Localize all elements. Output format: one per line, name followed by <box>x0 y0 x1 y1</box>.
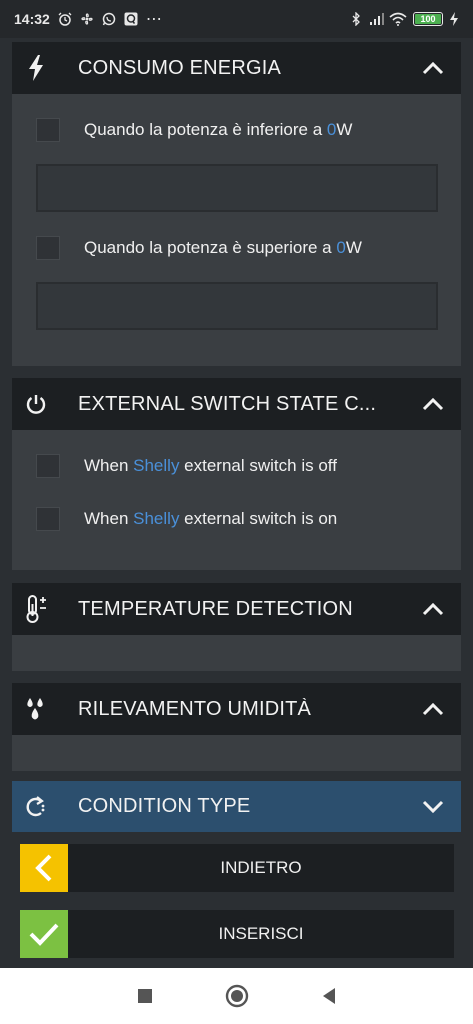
option-switch-off[interactable]: When Shelly external switch is off <box>36 454 337 478</box>
back-triangle-icon[interactable] <box>317 984 341 1008</box>
section-humidity-header[interactable]: RILEVAMENTO UMIDITÀ <box>12 683 461 735</box>
option-power-above[interactable]: Quando la potenza è superiore a 0W <box>36 236 362 260</box>
back-button[interactable]: INDIETRO <box>20 844 454 892</box>
signal-icon <box>369 12 384 26</box>
section-energy-header[interactable]: CONSUMO ENERGIA <box>12 42 461 94</box>
option-power-above-label: Quando la potenza è superiore a 0W <box>84 238 362 257</box>
status-bar: 14:32 ⋯ 100 <box>0 0 473 38</box>
whatsapp-icon <box>102 12 116 26</box>
thermometer-icon <box>12 583 60 635</box>
status-more-icon: ⋯ <box>145 11 162 28</box>
section-temperature-body <box>12 635 461 671</box>
chevron-down-icon[interactable] <box>405 781 461 833</box>
power-above-value: 0 <box>336 238 346 257</box>
charging-icon <box>449 12 459 26</box>
option-switch-on-label: When Shelly external switch is on <box>84 509 338 528</box>
section-condition-type-header[interactable]: CONDITION TYPE <box>12 781 461 832</box>
power-icon <box>12 378 60 430</box>
fan-icon <box>80 12 94 26</box>
bluetooth-icon <box>349 11 363 27</box>
chevron-up-icon[interactable] <box>405 583 461 635</box>
section-external-switch-body: When Shelly external switch is off When … <box>12 430 461 570</box>
recents-square-icon[interactable] <box>133 984 157 1008</box>
option-switch-off-label: When Shelly external switch is off <box>84 456 337 475</box>
power-above-input[interactable] <box>36 282 438 330</box>
insert-button[interactable]: INSERISCI <box>20 910 454 958</box>
back-button-label: INDIETRO <box>68 844 454 892</box>
section-energy: CONSUMO ENERGIA Quando la potenza è infe… <box>12 42 461 366</box>
section-external-switch-title: EXTERNAL SWITCH STATE C... <box>78 392 377 415</box>
section-external-switch-header[interactable]: EXTERNAL SWITCH STATE C... <box>12 378 461 430</box>
lightning-icon <box>12 42 60 94</box>
section-humidity-title: RILEVAMENTO UMIDITÀ <box>78 697 312 720</box>
alarm-icon <box>58 12 72 26</box>
power-below-input[interactable] <box>36 164 438 212</box>
section-humidity-body <box>12 735 461 771</box>
checkmark-icon <box>20 910 68 958</box>
chevron-up-icon[interactable] <box>405 42 461 94</box>
condition-cycle-icon <box>12 781 60 833</box>
option-switch-on[interactable]: When Shelly external switch is on <box>36 507 337 531</box>
power-below-value: 0 <box>326 120 337 139</box>
main-content: CONSUMO ENERGIA Quando la potenza è infe… <box>0 38 473 968</box>
humidity-drops-icon <box>12 683 60 735</box>
section-temperature: TEMPERATURE DETECTION <box>12 583 461 671</box>
q-app-icon <box>124 12 138 26</box>
section-energy-title: CONSUMO ENERGIA <box>78 56 282 79</box>
system-nav-bar <box>0 968 473 1024</box>
home-circle-icon[interactable] <box>225 984 249 1008</box>
chevron-up-icon[interactable] <box>405 378 461 430</box>
section-condition-type-title: CONDITION TYPE <box>78 795 251 817</box>
checkbox-switch-off[interactable] <box>36 454 60 478</box>
checkbox-power-above[interactable] <box>36 236 60 260</box>
chevron-up-icon[interactable] <box>405 683 461 735</box>
checkbox-power-below[interactable] <box>36 118 60 142</box>
section-temperature-title: TEMPERATURE DETECTION <box>78 597 353 620</box>
section-condition-type: CONDITION TYPE <box>12 781 461 832</box>
section-energy-body: Quando la potenza è inferiore a 0W Quand… <box>12 94 461 366</box>
chevron-left-icon <box>20 844 68 892</box>
shelly-brand: Shelly <box>133 456 180 475</box>
option-power-below-label: Quando la potenza è inferiore a 0W <box>84 120 353 139</box>
checkbox-switch-on[interactable] <box>36 507 60 531</box>
section-humidity: RILEVAMENTO UMIDITÀ <box>12 683 461 771</box>
section-external-switch: EXTERNAL SWITCH STATE C... When Shelly e… <box>12 378 461 570</box>
option-power-below[interactable]: Quando la potenza è inferiore a 0W <box>36 118 352 142</box>
insert-button-label: INSERISCI <box>68 910 454 958</box>
status-time: 14:32 <box>14 11 50 27</box>
battery-level: 100 <box>415 14 441 24</box>
battery-icon: 100 <box>413 12 443 26</box>
wifi-icon <box>389 12 407 26</box>
section-temperature-header[interactable]: TEMPERATURE DETECTION <box>12 583 461 635</box>
shelly-brand: Shelly <box>133 509 180 528</box>
